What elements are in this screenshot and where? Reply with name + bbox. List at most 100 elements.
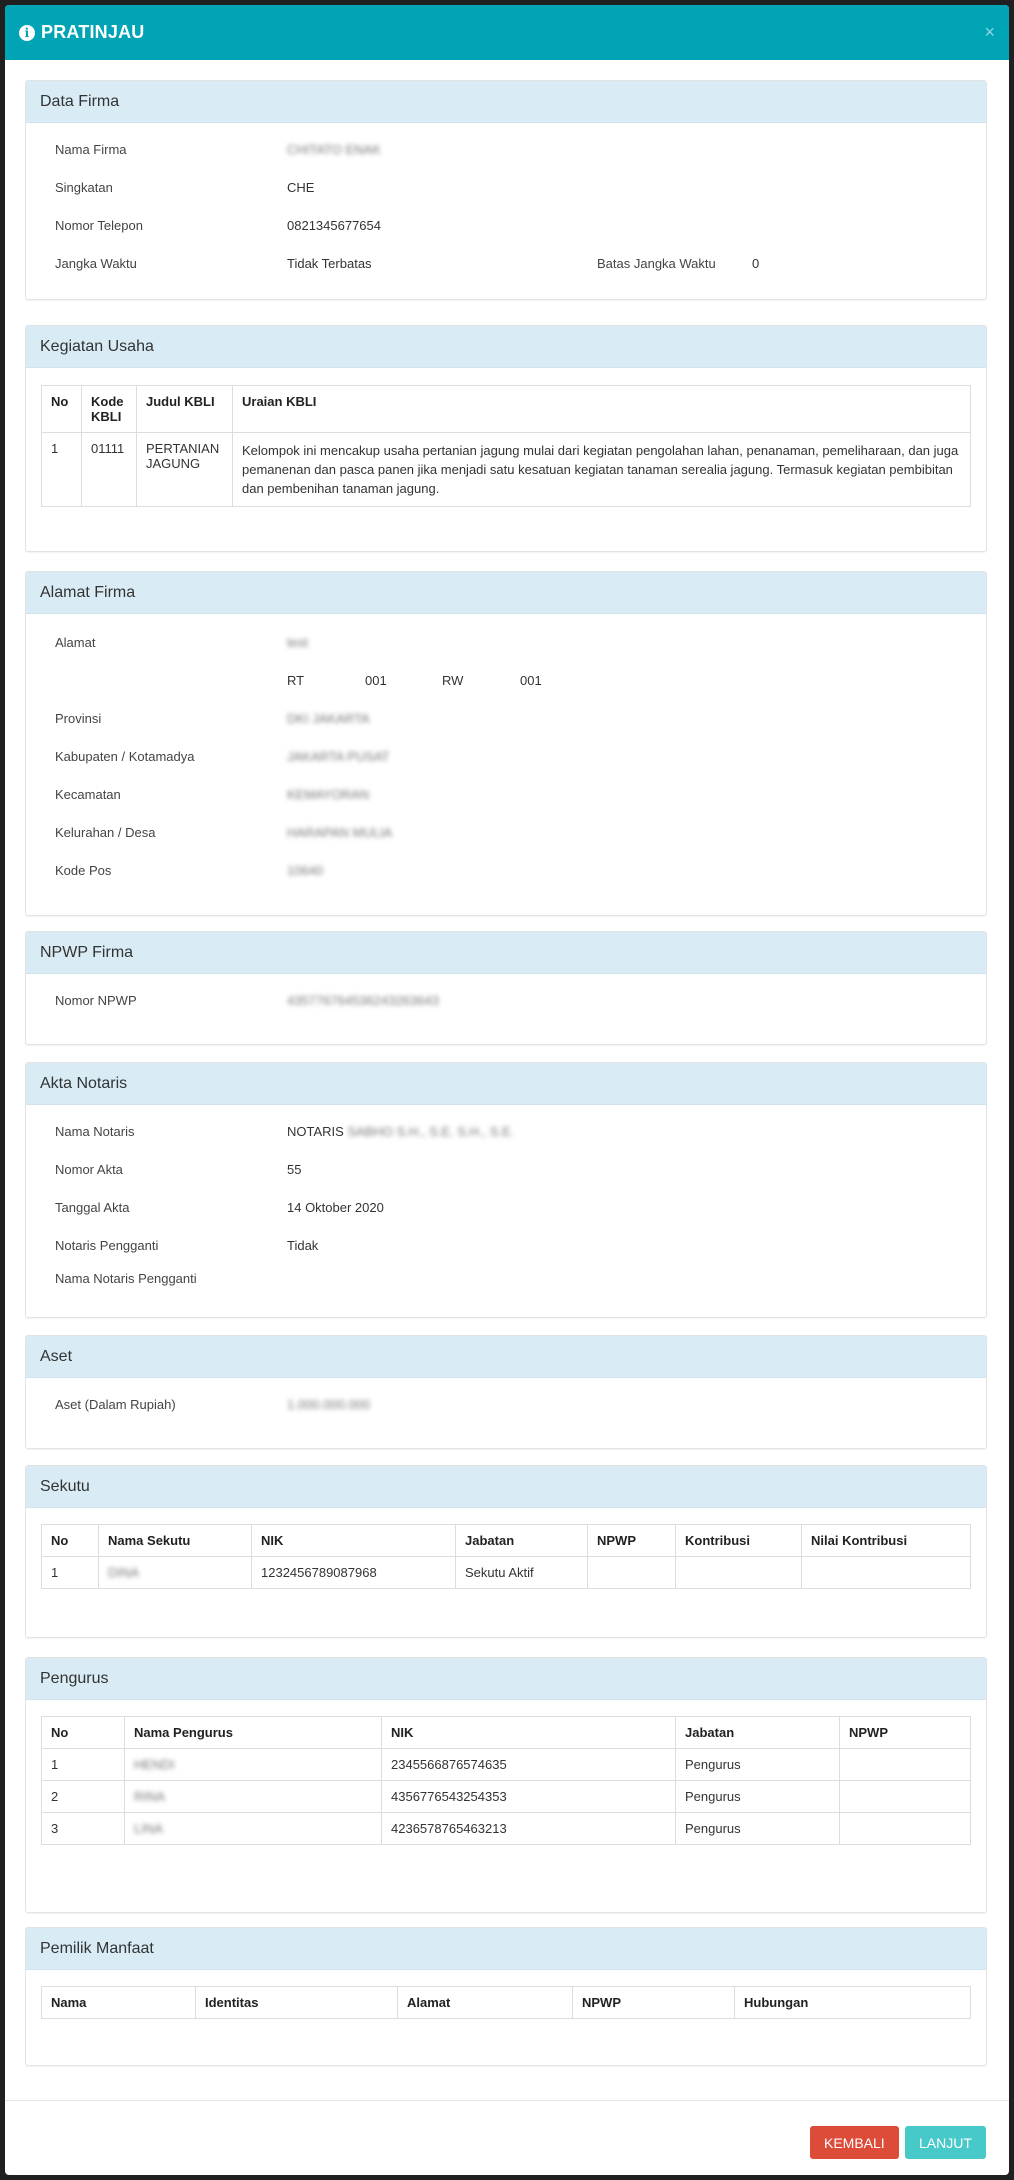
table-cell: Sekutu Aktif	[455, 1556, 588, 1589]
field-label: Provinsi	[55, 711, 102, 726]
field-value: Tidak	[287, 1238, 319, 1253]
table-cell	[839, 1748, 971, 1781]
table-header: Jabatan	[455, 1524, 588, 1557]
sekutu-table: No Nama Sekutu NIK Jabatan NPWP Kontribu…	[41, 1524, 971, 1589]
table-header: NPWP	[587, 1524, 676, 1557]
table-header: Nama	[41, 1986, 196, 2019]
table-cell: PERTANIAN JAGUNG	[136, 432, 233, 507]
panel-heading: Sekutu	[26, 1466, 986, 1508]
table-cell	[839, 1780, 971, 1813]
table-header: NPWP	[572, 1986, 735, 2019]
field-label: Nama Firma	[55, 142, 127, 157]
panel-alamat-firma: Alamat Firma Alamat test RT 001 RW 001 P…	[25, 571, 987, 916]
field-label: Tanggal Akta	[55, 1200, 130, 1215]
field-value: CHE	[287, 180, 315, 195]
kembali-button[interactable]: KEMBALI	[810, 2126, 899, 2159]
field-value: 10640	[287, 863, 324, 878]
table-cell: HENDI	[124, 1748, 382, 1781]
table-row: 1 DINA 1232456789087968 Sekutu Aktif	[41, 1556, 971, 1589]
table-header: No	[41, 1716, 125, 1749]
field-value: DKI JAKARTA	[287, 711, 370, 726]
table-cell: LINA	[124, 1812, 382, 1845]
table-row: 1 HENDI 2345566876574635 Pengurus	[41, 1748, 971, 1781]
panel-akta-notaris: Akta Notaris Nama Notaris NOTARIS SABHO …	[25, 1062, 987, 1318]
table-header: NPWP	[839, 1716, 971, 1749]
field-label: Kecamatan	[55, 787, 121, 802]
field-label: Notaris Pengganti	[55, 1238, 159, 1253]
field-value: 0	[752, 256, 760, 271]
field-value: 1.000.000.000	[287, 1397, 371, 1412]
field-value: JAKARTA PUSAT	[287, 749, 390, 764]
field-label: Kode Pos	[55, 863, 112, 878]
table-cell: Kelompok ini mencakup usaha pertanian ja…	[232, 432, 971, 507]
table-cell: 1	[41, 1556, 99, 1589]
field-value: CHITATO ENAK	[287, 142, 381, 157]
table-header: Nama Sekutu	[98, 1524, 252, 1557]
info-icon: i	[19, 24, 35, 41]
table-header: Kode KBLI	[81, 385, 137, 433]
panel-data-firma: Data Firma Nama Firma CHITATO ENAK Singk…	[25, 80, 987, 300]
field-value: test	[287, 635, 308, 650]
field-label: Singkatan	[55, 180, 113, 195]
field-value: 0821345677654	[287, 218, 381, 233]
table-row: 2 RINA 4356776543254353 Pengurus	[41, 1780, 971, 1813]
table-cell: 3	[41, 1812, 125, 1845]
table-cell: 1	[41, 432, 82, 507]
table-cell: 4356776543254353	[381, 1780, 676, 1813]
modal-footer: KEMBALI LANJUT	[5, 2100, 1009, 2175]
panel-heading: Kegiatan Usaha	[26, 326, 986, 368]
table-header: Uraian KBLI	[232, 385, 971, 433]
field-label: Nomor Telepon	[55, 218, 143, 233]
field-label: Nomor Akta	[55, 1162, 123, 1177]
field-value: 001	[520, 673, 542, 688]
field-value: NOTARIS SABHO S.H., S.E. S.H., S.E.	[287, 1124, 514, 1139]
field-label: Nomor NPWP	[55, 993, 137, 1008]
field-label: RT	[287, 673, 305, 688]
lanjut-button[interactable]: LANJUT	[905, 2126, 986, 2159]
panel-pengurus: Pengurus No Nama Pengurus NIK Jabatan NP…	[25, 1657, 987, 1913]
table-cell: 01111	[81, 432, 137, 507]
notaris-name: NOTARIS	[287, 1124, 344, 1139]
table-header: Alamat	[397, 1986, 573, 2019]
field-value: KEMAYORAN	[287, 787, 370, 802]
modal-header: i PRATINJAU ×	[5, 5, 1009, 60]
field-label: Kabupaten / Kotamadya	[55, 749, 195, 764]
field-label: Alamat	[55, 635, 96, 650]
table-cell	[801, 1556, 971, 1589]
table-row: 1 01111 PERTANIAN JAGUNG Kelompok ini me…	[41, 432, 971, 507]
pengurus-table: No Nama Pengurus NIK Jabatan NPWP 1 HEND…	[41, 1716, 971, 1845]
modal-title: i PRATINJAU	[19, 22, 144, 43]
table-header: No	[41, 385, 82, 433]
table-cell: DINA	[98, 1556, 252, 1589]
table-cell: Pengurus	[675, 1748, 840, 1781]
table-cell	[839, 1812, 971, 1845]
table-cell: Pengurus	[675, 1780, 840, 1813]
panel-aset: Aset Aset (Dalam Rupiah) 1.000.000.000	[25, 1335, 987, 1449]
table-header: Hubungan	[734, 1986, 971, 2019]
table-cell: 1232456789087968	[251, 1556, 456, 1589]
panel-sekutu: Sekutu No Nama Sekutu NIK Jabatan NPWP K…	[25, 1465, 987, 1638]
table-cell	[587, 1556, 676, 1589]
preview-modal: i PRATINJAU × Data Firma Nama Firma CHIT…	[5, 5, 1009, 2175]
table-cell: RINA	[124, 1780, 382, 1813]
field-value: 55	[287, 1162, 302, 1177]
field-value: Tidak Terbatas	[287, 256, 372, 271]
field-value: 14 Oktober 2020	[287, 1200, 384, 1215]
table-cell: 2	[41, 1780, 125, 1813]
notaris-name-blurred: SABHO S.H., S.E. S.H., S.E.	[347, 1124, 515, 1139]
panel-heading: NPWP Firma	[26, 932, 986, 974]
modal-title-text: PRATINJAU	[41, 22, 145, 42]
table-header: NIK	[381, 1716, 676, 1749]
table-header: Nilai Kontribusi	[801, 1524, 971, 1557]
table-cell	[675, 1556, 802, 1589]
panel-kegiatan-usaha: Kegiatan Usaha No Kode KBLI Judul KBLI U…	[25, 325, 987, 552]
close-icon[interactable]: ×	[984, 22, 995, 43]
table-header: Kontribusi	[675, 1524, 802, 1557]
field-label: Batas Jangka Waktu	[597, 256, 716, 271]
field-value: HARAPAN MULIA	[287, 825, 393, 840]
table-cell: 1	[41, 1748, 125, 1781]
panel-heading: Alamat Firma	[26, 572, 986, 614]
field-label: Kelurahan / Desa	[55, 825, 156, 840]
table-header: NIK	[251, 1524, 456, 1557]
field-value: 435776764536243263643	[287, 993, 439, 1008]
